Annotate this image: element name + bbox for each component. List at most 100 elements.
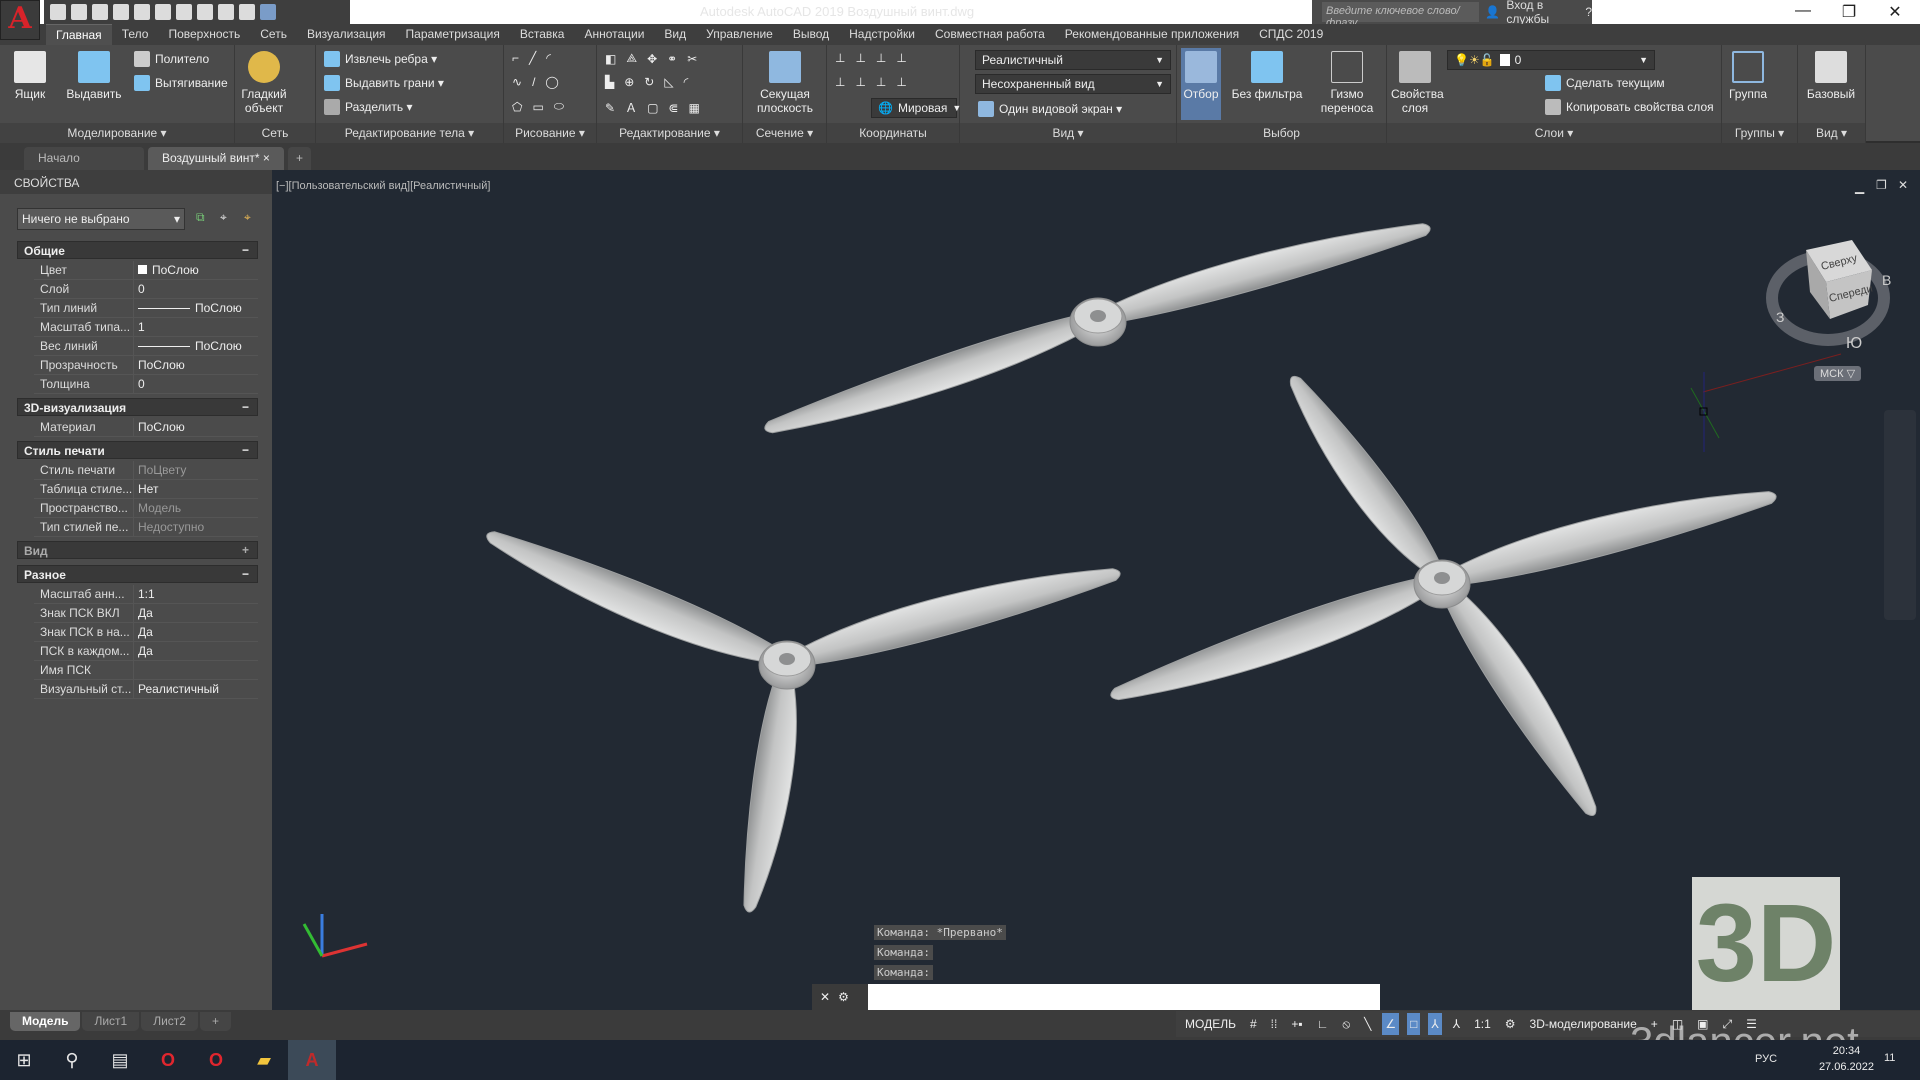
ucs-view-icon[interactable]: ⊥ [896, 51, 906, 65]
close-command-icon[interactable]: ✕ [820, 990, 830, 1004]
help-icon[interactable]: ? [1585, 5, 1592, 19]
tab-drawing[interactable]: Воздушный винт* × [148, 147, 284, 170]
tab-addins[interactable]: Надстройки [839, 24, 925, 45]
align-icon[interactable]: ▙ [605, 75, 614, 89]
compass-west[interactable]: З [1776, 309, 1784, 325]
property-row[interactable]: Знак ПСК ВКЛ Да [34, 604, 258, 623]
property-value[interactable]: ПоСлою [134, 356, 189, 374]
panel-label[interactable]: Группы ▾ [1722, 123, 1797, 143]
tab-mesh[interactable]: Сеть [250, 24, 297, 45]
open-icon[interactable] [71, 4, 87, 20]
undo-icon[interactable] [197, 4, 213, 20]
viewport-minimize-icon[interactable]: ▁ [1855, 180, 1864, 194]
workspace-icon[interactable] [260, 4, 276, 20]
layer-properties-button[interactable]: Свойства слоя [1391, 51, 1444, 115]
property-value[interactable]: Да [134, 623, 157, 641]
tab-layout2[interactable]: Лист2 [141, 1012, 198, 1031]
viewport-restore-icon[interactable]: ❐ [1876, 178, 1887, 192]
panel-label[interactable]: Координаты [827, 123, 959, 143]
property-row[interactable]: Цвет ПоСлою [34, 261, 258, 280]
application-menu-button[interactable]: A [0, 0, 40, 40]
viewport-close-icon[interactable]: ✕ [1898, 178, 1908, 192]
file-explorer-icon[interactable]: ▰ [240, 1040, 288, 1080]
stretch-icon[interactable]: Ａ [625, 99, 637, 116]
tab-insert[interactable]: Вставка [510, 24, 575, 45]
property-row[interactable]: Масштаб анн... 1:1 [34, 585, 258, 604]
viewport-controls-label[interactable]: [−][Пользовательский вид][Реалистичный] [276, 180, 490, 192]
property-value[interactable]: ПоСлою [134, 261, 203, 279]
save-as-icon[interactable] [113, 4, 129, 20]
circle-icon[interactable]: ◯ [545, 75, 558, 89]
rotate-icon[interactable]: ↻ [644, 75, 654, 89]
property-value[interactable]: 1 [134, 318, 149, 336]
box-button[interactable]: Ящик [8, 51, 52, 101]
drawing-viewport[interactable] [272, 170, 1920, 1010]
line2-icon[interactable]: / [532, 75, 535, 89]
select-objects-icon[interactable]: ⌖ [220, 210, 227, 225]
property-row[interactable]: Вес линий ПоСлою [34, 337, 258, 356]
panel-label[interactable]: Вид ▾ [1798, 123, 1865, 143]
category-misc[interactable]: Разное − [17, 565, 258, 583]
spline-icon[interactable]: ∿ [512, 75, 522, 89]
isodraft-icon[interactable]: ╲ [1361, 1013, 1374, 1035]
property-row[interactable]: Материал ПоСлою [34, 418, 258, 437]
dynamic-input-icon[interactable]: +▪ [1288, 1013, 1305, 1035]
property-value[interactable]: Нет [134, 480, 162, 498]
move-icon[interactable]: ✥ [647, 52, 657, 66]
object-snap-tracking-icon[interactable]: ∠ [1382, 1013, 1400, 1035]
customize-icon[interactable]: ⚙ [838, 990, 849, 1004]
polygon-icon[interactable]: ⬠ [512, 100, 522, 114]
property-row[interactable]: ПСК в каждом... Да [34, 642, 258, 661]
compass-south[interactable]: Ю [1846, 335, 1862, 352]
tab-visualize[interactable]: Визуализация [297, 24, 396, 45]
erase-icon[interactable]: ✎ [605, 101, 615, 115]
category-plot[interactable]: Стиль печати − [17, 441, 258, 459]
property-row[interactable]: Масштаб типа... 1 [34, 318, 258, 337]
command-input[interactable] [868, 984, 1380, 1010]
property-row[interactable]: Стиль печати ПоЦвету [34, 461, 258, 480]
line-icon[interactable]: ╱ [529, 51, 536, 65]
layer-dropdown[interactable]: 💡☀🔓 0 ▼ [1447, 50, 1655, 70]
make-current-button[interactable]: Сделать текущим [1545, 75, 1665, 91]
task-view-icon[interactable]: ▤ [96, 1040, 144, 1080]
section-plane-button[interactable]: Секущая плоскость [749, 51, 821, 115]
publish-icon[interactable] [239, 4, 255, 20]
save-web-icon[interactable] [155, 4, 171, 20]
offset-icon[interactable]: ⋐ [668, 101, 678, 115]
collapse-toggle-icon[interactable]: − [242, 400, 249, 414]
ucs-3point-icon[interactable]: ⊥ [896, 75, 906, 89]
property-value[interactable]: Модель [134, 499, 185, 517]
new-icon[interactable] [50, 4, 66, 20]
property-row[interactable]: Пространство... Модель [34, 499, 258, 518]
panel-label[interactable]: Редактирование тела ▾ [316, 123, 503, 143]
arc-icon[interactable]: ◜ [546, 51, 551, 65]
box-select-icon[interactable]: ▢ [647, 101, 658, 115]
named-view-dropdown[interactable]: Несохраненный вид ▼ [975, 74, 1171, 94]
property-row[interactable]: Тип линий ПоСлою [34, 299, 258, 318]
open-web-icon[interactable] [134, 4, 150, 20]
tab-view[interactable]: Вид [654, 24, 696, 45]
extrude-faces-button[interactable]: Выдавить грани ▾ [324, 75, 444, 91]
panel-label[interactable]: Сечение ▾ [743, 123, 826, 143]
polysolid-button[interactable]: Политело [134, 51, 209, 67]
clock[interactable]: 20:34 27.06.2022 [1819, 1043, 1874, 1075]
selection-dropdown[interactable]: Ничего не выбрано ▾ [17, 208, 185, 230]
panel-label[interactable]: Вид ▾ [960, 123, 1176, 143]
property-value[interactable]: Недоступно [134, 518, 208, 536]
property-value[interactable] [134, 661, 142, 679]
opera-icon-2[interactable]: O [192, 1040, 240, 1080]
polyline-icon[interactable]: ⌐ [512, 51, 519, 65]
opera-icon[interactable]: O [144, 1040, 192, 1080]
match-layer-button[interactable]: Копировать свойства слоя [1545, 99, 1714, 115]
gizmo-button[interactable]: Гизмо переноса [1317, 51, 1377, 115]
property-value[interactable]: ПоЦвету [134, 461, 190, 479]
propeller-two-blade[interactable] [761, 209, 1434, 447]
rectangle-icon[interactable]: ▭ [532, 100, 543, 114]
category-viz3d[interactable]: 3D-визуализация − [17, 398, 258, 416]
panel-label[interactable]: Рисование ▾ [504, 123, 596, 143]
scale-icon[interactable]: ◺ [664, 75, 673, 89]
no-filter-button[interactable]: Без фильтра [1227, 51, 1307, 101]
panel-label[interactable]: Моделирование ▾ [0, 123, 234, 143]
array-icon[interactable]: ▦ [688, 101, 699, 115]
base-view-button[interactable]: Базовый [1802, 51, 1860, 101]
